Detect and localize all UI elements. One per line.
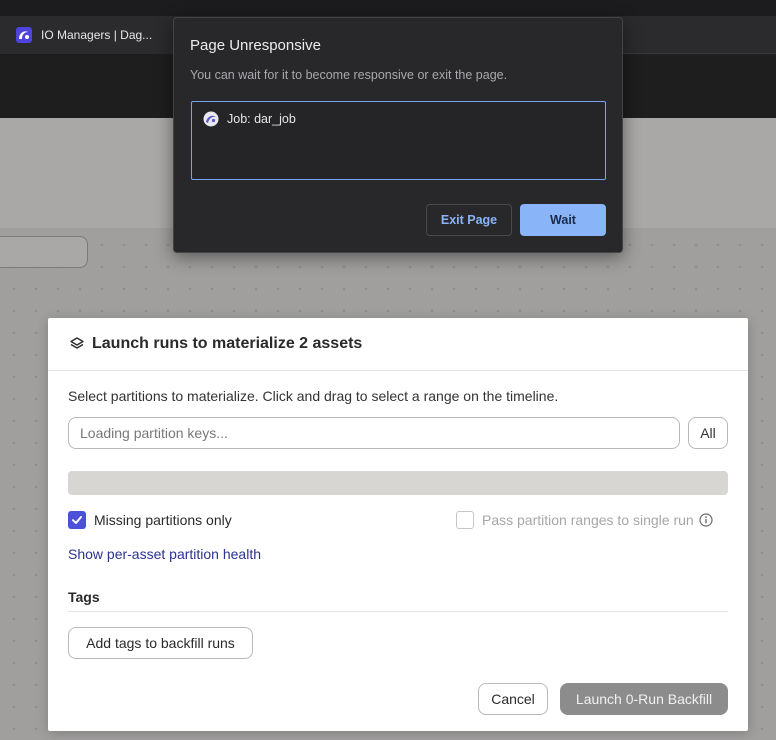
dagster-logo-icon (203, 111, 219, 127)
checkmark-icon (72, 516, 82, 524)
popup-message: You can wait for it to become responsive… (190, 68, 508, 82)
partition-keys-input[interactable] (68, 417, 680, 449)
tab-title: IO Managers | Dag... (41, 28, 153, 42)
show-partition-health-link[interactable]: Show per-asset partition health (68, 546, 261, 562)
pass-ranges-label: Pass partition ranges to single run (482, 512, 694, 528)
missing-partitions-checkbox[interactable] (68, 511, 86, 529)
all-partitions-button[interactable]: All (688, 417, 728, 449)
partition-instructions: Select partitions to materialize. Click … (68, 388, 559, 404)
popup-title: Page Unresponsive (190, 37, 321, 54)
tags-heading: Tags (68, 589, 100, 605)
layers-icon (70, 337, 84, 351)
popup-item-label: Job: dar_job (227, 112, 296, 126)
missing-partitions-label: Missing partitions only (94, 512, 232, 528)
page-unresponsive-dialog: Page Unresponsive You can wait for it to… (173, 17, 623, 253)
browser-tabstrip (0, 0, 776, 16)
launch-backfill-dialog: Launch runs to materialize 2 assets Sele… (48, 318, 748, 731)
pass-ranges-option[interactable]: Pass partition ranges to single run (456, 511, 713, 529)
browser-tab[interactable]: IO Managers | Dag... (0, 16, 172, 54)
launch-backfill-button[interactable]: Launch 0-Run Backfill (560, 683, 728, 715)
partition-timeline-bar[interactable] (68, 471, 728, 495)
dialog-title: Launch runs to materialize 2 assets (92, 335, 363, 352)
add-tags-button[interactable]: Add tags to backfill runs (68, 627, 253, 659)
background-search-box (0, 236, 88, 268)
cancel-button[interactable]: Cancel (478, 683, 548, 715)
exit-page-button[interactable]: Exit Page (426, 204, 512, 236)
missing-partitions-option[interactable]: Missing partitions only (68, 511, 232, 529)
dialog-header: Launch runs to materialize 2 assets (48, 318, 748, 371)
tags-divider (68, 611, 728, 612)
wait-button[interactable]: Wait (520, 204, 606, 236)
info-icon[interactable] (699, 513, 713, 527)
list-item[interactable]: Job: dar_job (203, 111, 296, 127)
dagster-favicon-icon (16, 27, 32, 43)
unresponsive-pages-list: Job: dar_job (191, 101, 606, 180)
pass-ranges-checkbox[interactable] (456, 511, 474, 529)
